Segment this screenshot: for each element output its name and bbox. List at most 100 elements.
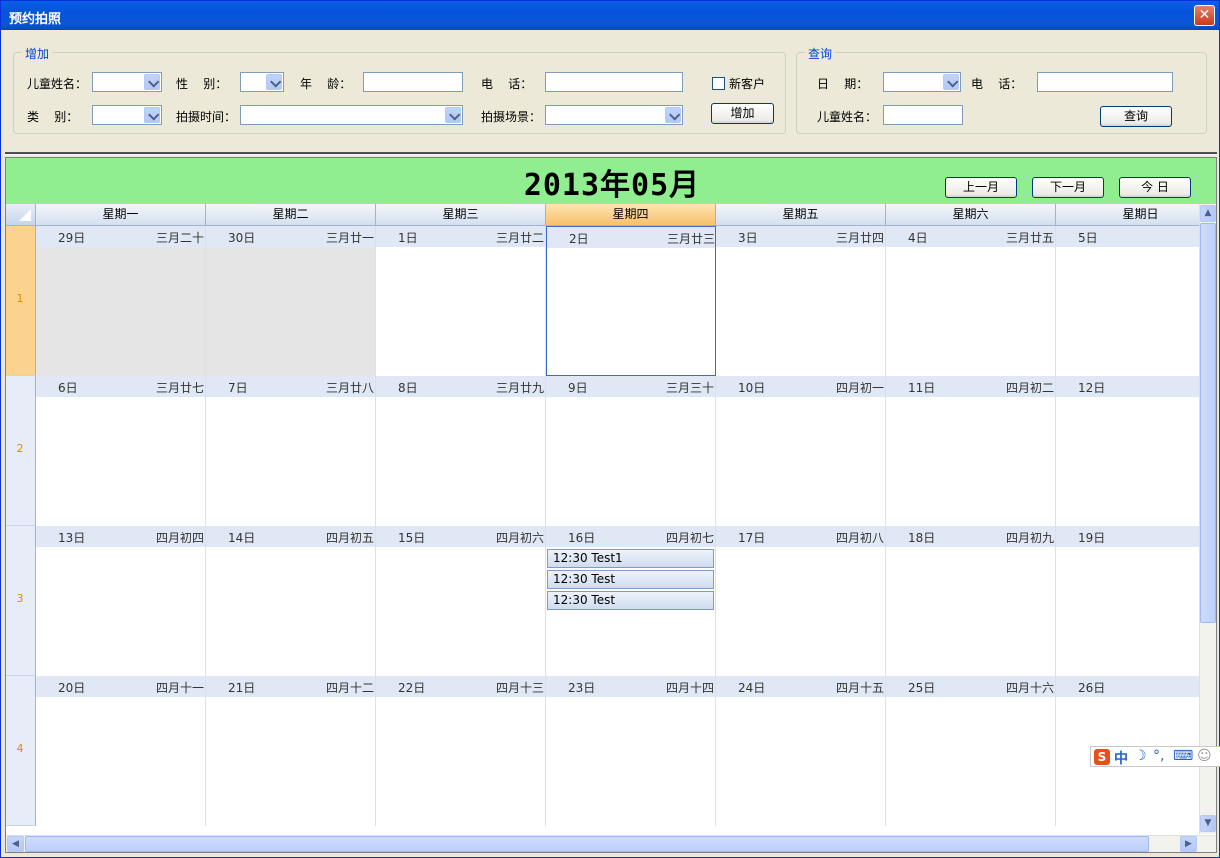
add-button[interactable]: 增加 xyxy=(711,103,774,124)
chevron-down-icon[interactable] xyxy=(144,74,160,90)
new-customer-checkbox[interactable] xyxy=(712,77,725,90)
query-child-name-input[interactable] xyxy=(883,105,963,125)
day-number: 2日 xyxy=(569,232,589,246)
scroll-down-button[interactable]: ▼ xyxy=(1200,815,1216,832)
keyboard-icon[interactable]: ⌨ xyxy=(1173,748,1193,764)
horizontal-scrollbar[interactable]: ◀ ▶ xyxy=(6,835,1216,852)
weekday-header: 星期一 xyxy=(36,204,206,226)
phone-input[interactable] xyxy=(545,72,683,92)
gender-combo[interactable] xyxy=(240,72,284,92)
chevron-down-icon[interactable] xyxy=(144,107,160,123)
shoot-time-combo[interactable] xyxy=(240,105,463,125)
user-icon[interactable]: ☺ xyxy=(1197,748,1212,764)
vertical-scroll-thumb[interactable] xyxy=(1200,223,1216,623)
appointment-item[interactable]: 12:30 Test1 xyxy=(547,549,714,568)
chevron-down-icon[interactable] xyxy=(445,107,461,123)
close-button[interactable]: ✕ xyxy=(1194,5,1215,26)
scroll-up-button[interactable]: ▲ xyxy=(1200,205,1216,222)
chevron-down-icon[interactable] xyxy=(665,107,681,123)
day-cell[interactable]: 20日 四月十一 xyxy=(36,676,206,826)
lunar-date: 三月廿八 xyxy=(325,381,374,395)
weekday-header: 星期二 xyxy=(206,204,376,226)
day-cell-header: 23日 四月十四 xyxy=(546,676,715,697)
grid-corner[interactable] xyxy=(6,204,36,226)
day-cell[interactable]: 10日 四月初一 xyxy=(716,376,886,526)
query-phone-input[interactable] xyxy=(1037,72,1173,92)
lunar-date: 三月廿四 xyxy=(835,231,884,245)
splitter[interactable] xyxy=(5,152,1217,155)
day-cell[interactable]: 15日 四月初六 xyxy=(376,526,546,676)
day-cell[interactable]: 16日 四月初七 12:30 Test1 12:30 Test 12:30 Test xyxy=(546,526,716,676)
category-combo[interactable] xyxy=(92,105,162,125)
day-number: 3日 xyxy=(738,231,758,245)
day-cell[interactable]: 4日 三月廿五 xyxy=(886,226,1056,376)
calendar-header: 2013年05月 上一月 下一月 今 日 xyxy=(6,158,1216,204)
week-number-label: 1 xyxy=(16,292,24,305)
horizontal-scroll-thumb[interactable] xyxy=(25,836,1149,852)
sogou-logo-icon[interactable]: S xyxy=(1094,749,1110,765)
day-cell[interactable]: 6日 三月廿七 xyxy=(36,376,206,526)
ime-mode-toggle[interactable]: 中 xyxy=(1114,748,1128,768)
lunar-date: 四月初九 xyxy=(1005,531,1054,545)
day-cell[interactable]: 12日四月 xyxy=(1056,376,1216,526)
day-cell-header: 11日 四月初二 xyxy=(886,376,1055,397)
day-number: 25日 xyxy=(908,681,936,695)
day-cell-header: 17日 四月初八 xyxy=(716,526,885,547)
chevron-down-icon[interactable] xyxy=(266,74,282,90)
chevron-right-icon: ▶ xyxy=(1185,839,1192,849)
day-cell[interactable]: 9日 三月三十 xyxy=(546,376,716,526)
day-cell[interactable]: 17日 四月初八 xyxy=(716,526,886,676)
child-name-combo[interactable] xyxy=(92,72,162,92)
appointment-item[interactable]: 12:30 Test xyxy=(547,591,714,610)
day-cell-header: 9日 三月三十 xyxy=(546,376,715,397)
weekday-header: 星期三 xyxy=(376,204,546,226)
day-cell[interactable]: 11日 四月初二 xyxy=(886,376,1056,526)
age-input[interactable] xyxy=(363,72,463,92)
day-cell-header: 1日 三月廿二 xyxy=(376,226,545,247)
day-cell[interactable]: 22日 四月十三 xyxy=(376,676,546,826)
scene-combo[interactable] xyxy=(545,105,683,125)
week-number[interactable]: 1 xyxy=(6,226,36,376)
date-combo[interactable] xyxy=(883,72,961,92)
scroll-right-button[interactable]: ▶ xyxy=(1180,836,1197,852)
punctuation-icon[interactable]: °, xyxy=(1153,748,1164,764)
category-label: 类 别： xyxy=(27,110,79,124)
day-cell[interactable]: 7日 三月廿八 xyxy=(206,376,376,526)
day-cell[interactable]: 18日 四月初九 xyxy=(886,526,1056,676)
day-cell[interactable]: 19日四月 xyxy=(1056,526,1216,676)
day-cell[interactable]: 1日 三月廿二 xyxy=(376,226,546,376)
day-cell[interactable]: 14日 四月初五 xyxy=(206,526,376,676)
day-number: 17日 xyxy=(738,531,766,545)
lunar-date: 三月二十 xyxy=(155,231,204,245)
weekday-header: 星期六 xyxy=(886,204,1056,226)
day-cell[interactable]: 5日三月 xyxy=(1056,226,1216,376)
age-label: 年 龄： xyxy=(300,77,352,91)
day-number: 11日 xyxy=(908,381,936,395)
today-button[interactable]: 今 日 xyxy=(1119,177,1191,198)
chevron-down-icon[interactable] xyxy=(943,74,959,90)
prev-month-button[interactable]: 上一月 xyxy=(945,177,1017,198)
day-cell[interactable]: 30日 三月廿一 xyxy=(206,226,376,376)
vertical-scrollbar[interactable]: ▲ ▼ xyxy=(1199,204,1216,834)
query-button[interactable]: 查询 xyxy=(1100,106,1172,127)
add-groupbox: 增加 儿童姓名： 性 别： 年 龄： 电 话： 新客户 类 别： 拍摄时间： 拍… xyxy=(13,45,786,134)
appointment-item[interactable]: 12:30 Test xyxy=(547,570,714,589)
next-month-button[interactable]: 下一月 xyxy=(1032,177,1104,198)
day-cell[interactable]: 25日 四月十六 xyxy=(886,676,1056,826)
day-cell[interactable]: 3日 三月廿四 xyxy=(716,226,886,376)
week-number[interactable]: 3 xyxy=(6,526,36,676)
day-cell[interactable]: 21日 四月十二 xyxy=(206,676,376,826)
day-cell[interactable]: 2日 三月廿三 xyxy=(546,226,716,376)
lunar-date: 三月廿九 xyxy=(495,381,544,395)
week-number[interactable]: 2 xyxy=(6,376,36,526)
week-number[interactable]: 4 xyxy=(6,676,36,826)
day-cell[interactable]: 13日 四月初四 xyxy=(36,526,206,676)
day-cell[interactable]: 8日 三月廿九 xyxy=(376,376,546,526)
day-cell[interactable]: 24日 四月十五 xyxy=(716,676,886,826)
ime-toolbar[interactable]: S 中 ☽ °, ⌨ ☺ xyxy=(1090,746,1220,767)
day-cell[interactable]: 23日 四月十四 xyxy=(546,676,716,826)
moon-icon[interactable]: ☽ xyxy=(1134,748,1147,764)
day-cell-header: 18日 四月初九 xyxy=(886,526,1055,547)
day-cell[interactable]: 29日 三月二十 xyxy=(36,226,206,376)
scroll-left-button[interactable]: ◀ xyxy=(7,836,24,852)
